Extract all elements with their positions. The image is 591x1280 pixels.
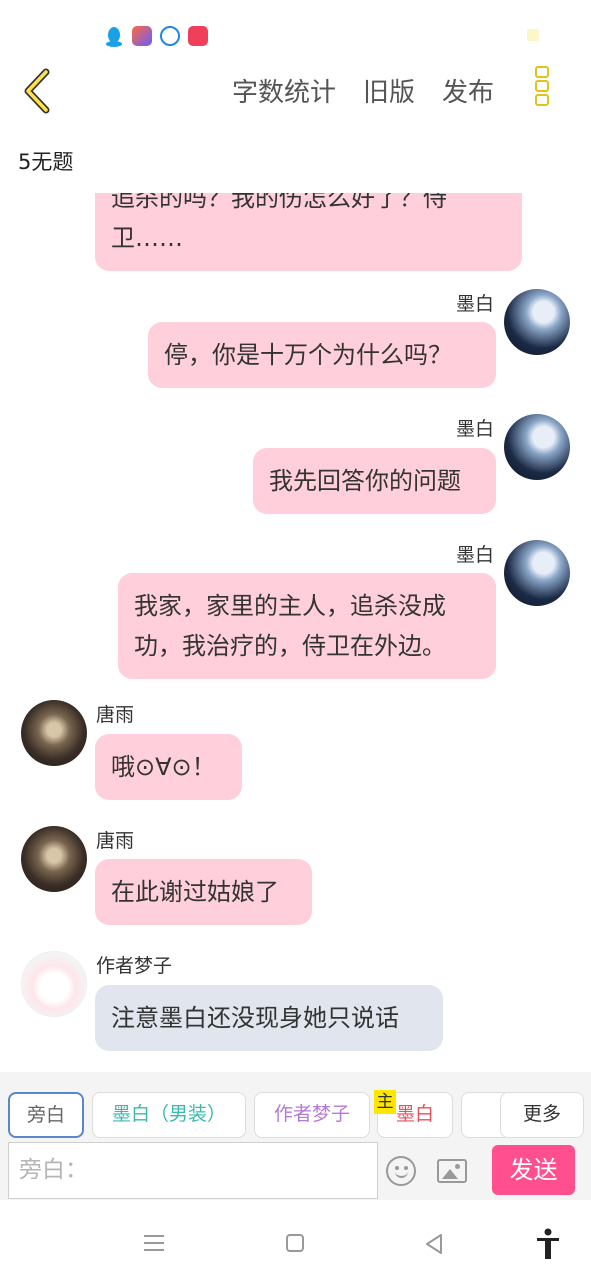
message-bubble[interactable]: 我先回答你的问题	[253, 448, 496, 514]
home-icon[interactable]	[286, 1234, 304, 1252]
message-bubble[interactable]: 注意墨白还没现身她只说话	[95, 985, 443, 1051]
emoji-icon[interactable]	[386, 1156, 416, 1186]
accessibility-icon[interactable]	[535, 1228, 561, 1260]
avatar-tangyu[interactable]	[21, 826, 87, 892]
message-bubble[interactable]: 在此谢过姑娘了	[95, 859, 312, 925]
message-bubble[interactable]: 我家，家里的主人，追杀没成 功，我治疗的，侍卫在外边。	[118, 573, 496, 679]
story-title: 5无题	[18, 150, 74, 174]
word-count-button[interactable]: 字数统计	[232, 72, 336, 109]
status-indicator-icon	[527, 29, 539, 41]
speaker-name: 墨白	[455, 293, 494, 315]
message-bubble[interactable]: 哦⊙∀⊙！	[95, 734, 242, 800]
avatar-tangyu[interactable]	[21, 700, 87, 766]
more-vertical-icon[interactable]	[535, 66, 553, 112]
main-character-badge: 主	[374, 1090, 396, 1114]
qq-app-icon	[104, 26, 124, 47]
message-bubble[interactable]: 追杀的吗？我的伤怎么好了？侍 卫……	[95, 193, 522, 271]
composer-panel: 旁白 墨白（男装） 作者梦子 墨白 主 （ 更多 旁白： 发送	[0, 1072, 591, 1200]
speaker-name: 墨白	[455, 544, 494, 566]
avatar-mobai[interactable]	[504, 289, 570, 355]
speaker-name: 墨白	[455, 418, 494, 440]
back-button[interactable]	[18, 64, 62, 114]
avatar-author[interactable]	[21, 951, 87, 1017]
image-icon[interactable]	[437, 1159, 467, 1183]
avatar-mobai[interactable]	[504, 414, 570, 480]
send-button[interactable]: 发送	[492, 1145, 575, 1195]
back-icon	[24, 68, 50, 114]
character-chip-author[interactable]: 作者梦子	[254, 1092, 370, 1138]
top-toolbar: 字数统计 旧版 发布	[0, 60, 591, 120]
old-version-button[interactable]: 旧版	[363, 72, 415, 109]
publish-button[interactable]: 发布	[442, 72, 494, 109]
chat-list[interactable]: 追杀的吗？我的伤怎么好了？侍 卫…… 墨白 停，你是十万个为什么吗？ 墨白 我先…	[0, 193, 591, 1070]
message-bubble[interactable]: 停，你是十万个为什么吗？	[148, 322, 496, 388]
video-app-icon	[188, 26, 208, 46]
speaker-name: 唐雨	[96, 704, 135, 726]
message-input[interactable]: 旁白：	[8, 1142, 378, 1199]
status-bar	[0, 0, 591, 60]
menu-icon[interactable]	[144, 1235, 164, 1251]
notes-app-icon	[132, 26, 152, 46]
speaker-name: 作者梦子	[96, 955, 173, 977]
browser-app-icon	[160, 26, 180, 46]
speaker-name: 唐雨	[96, 830, 135, 852]
more-characters-button[interactable]: 更多	[500, 1092, 584, 1138]
character-chip-narrator[interactable]: 旁白	[8, 1092, 84, 1138]
avatar-mobai[interactable]	[504, 540, 570, 606]
back-triangle-icon[interactable]	[424, 1233, 444, 1255]
system-nav-bar	[0, 1200, 591, 1280]
character-chip-mobai-male[interactable]: 墨白（男装）	[92, 1092, 246, 1138]
